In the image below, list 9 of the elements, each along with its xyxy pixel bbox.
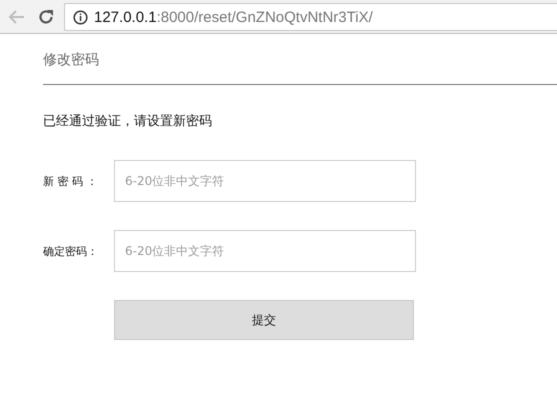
page-title: 修改密码 <box>43 51 100 68</box>
submit-button[interactable]: 提交 <box>114 300 414 340</box>
password-field[interactable]: 6-20位非中文字符 <box>114 230 416 272</box>
password-field[interactable]: 6-20位非中文字符 <box>114 160 416 202</box>
info-icon[interactable] <box>73 10 88 24</box>
field-label: 确定密码： <box>43 244 99 258</box>
field-label: 新 密 码 ： <box>43 174 98 188</box>
reload-icon[interactable] <box>38 9 54 25</box>
instruction-text: 已经通过验证，请设置新密码 <box>43 113 213 130</box>
